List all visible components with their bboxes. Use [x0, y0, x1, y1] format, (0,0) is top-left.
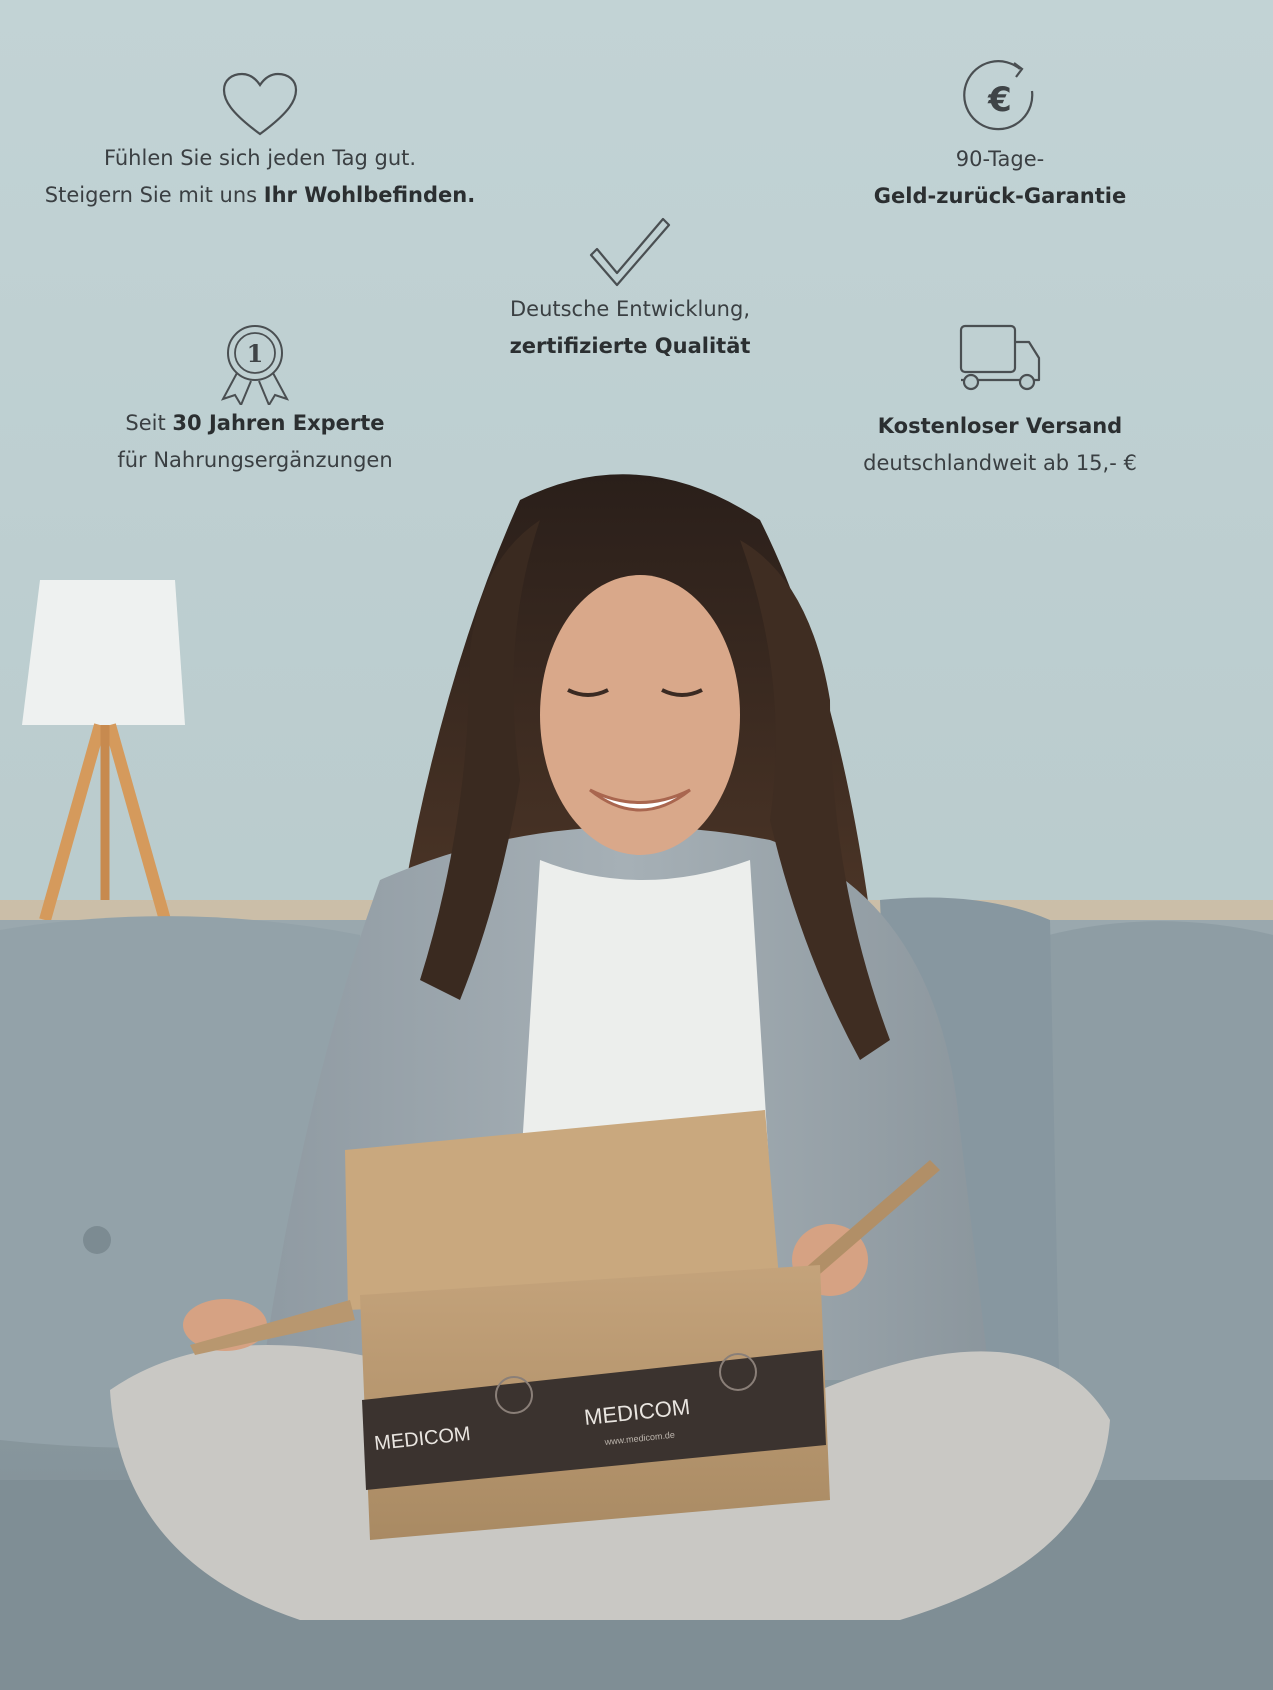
- feature-shipping-line2: deutschlandweit ab 15,- €: [863, 451, 1137, 475]
- feature-expert-line1-bold: 30 Jahren Experte: [172, 411, 385, 435]
- feature-shipping-line1: Kostenloser Versand: [830, 408, 1170, 445]
- feature-guarantee-line2-bold: Geld-zurück-Garantie: [873, 184, 1127, 208]
- hero-image: MEDICOM MEDICOM www.medicom.de Fühlen Si…: [0, 0, 1273, 1690]
- feature-quality-line2: zertifizierte Qualität: [460, 328, 800, 365]
- sofa-button: [83, 1226, 111, 1254]
- feature-quality: Deutsche Entwicklung, zertifizierte Qual…: [460, 215, 800, 365]
- feature-expert-line1: Seit 30 Jahren Experte: [80, 405, 430, 442]
- feature-guarantee: € 90-Tage- Geld-zurück-Garantie: [840, 57, 1160, 215]
- feature-wellbeing-line2-bold: Ihr Wohlbefinden.: [263, 183, 476, 207]
- svg-text:€: €: [987, 80, 1012, 120]
- feature-shipping: Kostenloser Versand deutschlandweit ab 1…: [830, 322, 1170, 482]
- checkmark-icon: [589, 217, 671, 287]
- feature-guarantee-line1: 90-Tage-: [955, 147, 1045, 171]
- award-badge-number: 1: [247, 339, 264, 368]
- feature-wellbeing-line2-pre: Steigern Sie mit uns: [44, 183, 264, 207]
- feature-guarantee-line2: Geld-zurück-Garantie: [840, 178, 1160, 215]
- feature-quality-line1: Deutsche Entwicklung,: [509, 297, 750, 321]
- face: [540, 575, 740, 855]
- delivery-truck-icon: [959, 324, 1041, 391]
- feature-expert: 1 Seit 30 Jahren Experte für Nahrungserg…: [80, 323, 430, 479]
- feature-expert-line2: für Nahrungsergänzungen: [117, 448, 393, 472]
- feature-wellbeing-line1: Fühlen Sie sich jeden Tag gut.: [103, 146, 417, 170]
- heart-icon: [222, 72, 298, 136]
- feature-expert-line1-pre: Seit: [125, 411, 173, 435]
- feature-quality-line2-bold: zertifizierte Qualität: [509, 334, 751, 358]
- feature-wellbeing-line2: Steigern Sie mit uns Ihr Wohlbefinden.: [30, 177, 490, 214]
- feature-shipping-line1-bold: Kostenloser Versand: [877, 414, 1123, 438]
- award-ribbon-icon: 1: [220, 325, 290, 405]
- feature-wellbeing: Fühlen Sie sich jeden Tag gut. Steigern …: [30, 70, 490, 214]
- euro-refresh-icon: €: [963, 60, 1034, 131]
